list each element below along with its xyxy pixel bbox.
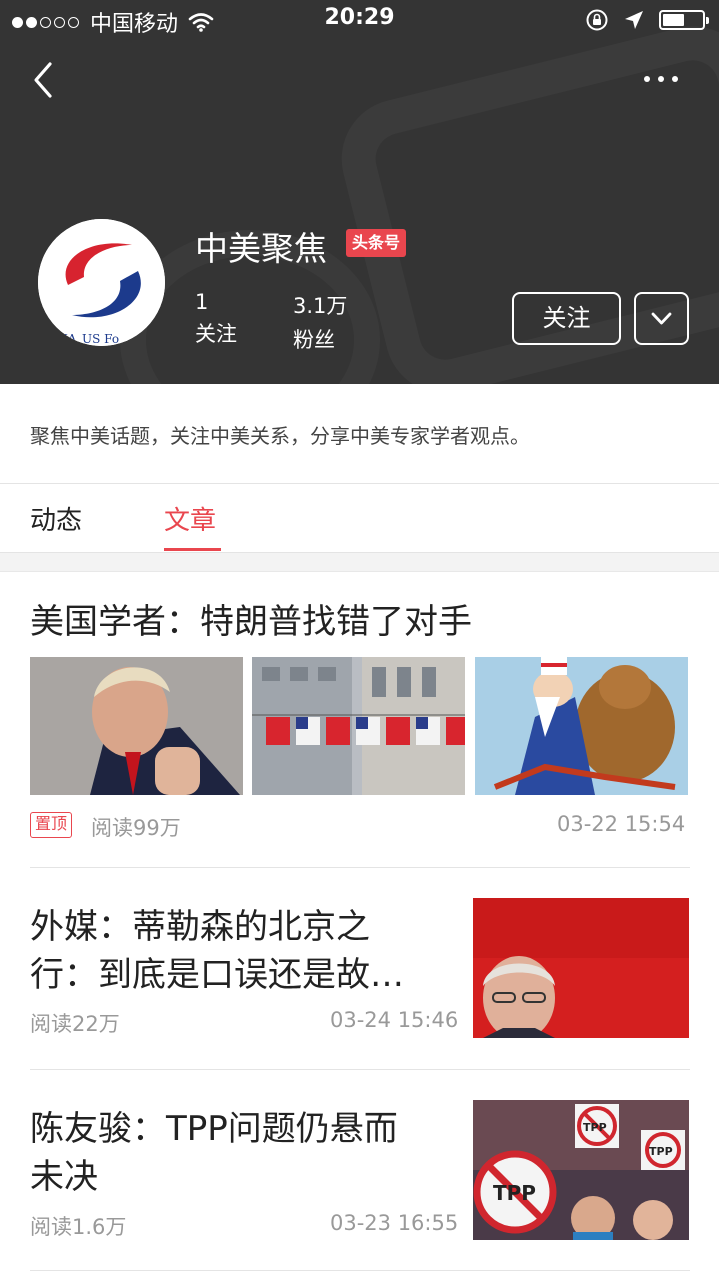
section-gap <box>0 552 719 572</box>
following-stat[interactable]: 1 关注 <box>195 290 237 348</box>
article-reads: 阅读1.6万 <box>30 1215 127 1239</box>
svg-text:TPP: TPP <box>583 1121 607 1134</box>
article-title-line: 陈友骏：TPP问题仍悬而 <box>30 1109 398 1149</box>
pinned-tag: 置顶 <box>30 812 73 838</box>
battery-icon <box>659 10 709 30</box>
status-bar: 中国移动 20:29 <box>0 0 719 40</box>
tab-articles[interactable]: 文章 <box>164 500 216 537</box>
article-title-line: 未决 <box>30 1157 98 1197</box>
avatar[interactable]: HINA US Fo <box>38 219 165 346</box>
chevron-left-icon <box>34 62 52 98</box>
back-button[interactable] <box>24 56 64 104</box>
article-reads: 阅读99万 <box>91 816 181 840</box>
svg-text:HINA: HINA <box>42 332 77 346</box>
fans-stat[interactable]: 3.1万 粉丝 <box>293 290 347 354</box>
location-arrow-icon <box>625 11 643 29</box>
profile-description: 聚焦中美话题，关注中美关系，分享中美专家学者观点。 <box>30 424 530 448</box>
svg-text:US Fo: US Fo <box>82 332 119 346</box>
profile-name: 中美聚焦 <box>195 229 327 268</box>
article-title-line: 外媒：蒂勒森的北京之 <box>30 907 370 947</box>
article-reads: 阅读22万 <box>30 1012 120 1036</box>
divider <box>0 483 719 484</box>
svg-text:TPP: TPP <box>493 1181 536 1205</box>
profile-header: 中国移动 20:29 HINA US Fo 中美聚焦 头条号 1 关注 3.1万… <box>0 0 719 384</box>
article-thumbnail <box>475 657 688 795</box>
following-count: 1 <box>195 290 209 314</box>
fans-label: 粉丝 <box>293 328 335 352</box>
svg-text:TPP: TPP <box>649 1145 673 1158</box>
article-thumbnail <box>252 657 465 795</box>
divider <box>30 867 690 868</box>
article-thumbnail <box>30 657 243 795</box>
more-button[interactable] <box>640 64 690 94</box>
article-date: 03-23 16:55 <box>330 1211 459 1235</box>
china-us-focus-logo: HINA US Fo <box>38 219 165 346</box>
divider <box>30 1069 690 1070</box>
article-thumbnail: TPP TPP TPP <box>473 1100 689 1240</box>
orientation-lock-icon <box>586 9 608 31</box>
expand-recommendations-button[interactable] <box>634 292 689 345</box>
tab-dynamics[interactable]: 动态 <box>30 500 82 537</box>
more-dot-icon <box>658 76 664 82</box>
more-dot-icon <box>672 76 678 82</box>
article-title-line: 行：到底是口误还是故… <box>30 955 404 995</box>
article-thumbnail <box>473 898 689 1038</box>
article-date: 03-24 15:46 <box>330 1008 459 1032</box>
following-label: 关注 <box>195 322 237 346</box>
fans-count: 3.1万 <box>293 294 348 318</box>
chevron-down-icon <box>651 312 672 325</box>
toutiao-badge: 头条号 <box>346 229 407 257</box>
active-tab-indicator <box>164 548 221 551</box>
article-title: 美国学者：特朗普找错了对手 <box>30 602 472 642</box>
article-date: 03-22 15:54 <box>557 812 686 836</box>
more-dot-icon <box>644 76 650 82</box>
divider <box>30 1270 690 1271</box>
follow-button[interactable]: 关注 <box>512 292 621 345</box>
